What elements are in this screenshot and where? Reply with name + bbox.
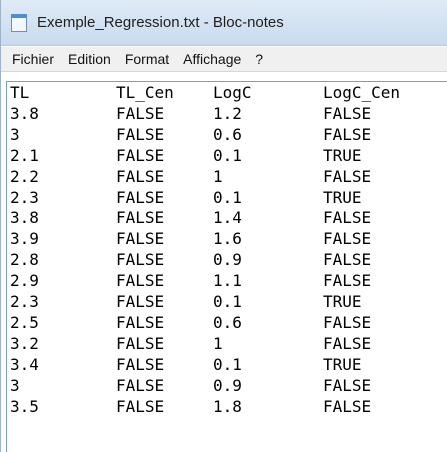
text-cell: FALSE	[116, 312, 165, 332]
menu-affichage[interactable]: Affichage	[176, 49, 248, 69]
text-line: 3 FALSE 0.9 FALSE	[10, 376, 433, 397]
text-cell: 0.6	[213, 312, 242, 332]
text-cell: TRUE	[323, 145, 362, 165]
text-cell: FALSE	[323, 271, 372, 291]
text-cell: 0.9	[213, 250, 242, 270]
text-cell: FALSE	[323, 250, 372, 270]
menu-fichier[interactable]: Fichier	[5, 49, 61, 69]
notepad-window: Exemple_Regression.txt - Bloc-notes Fich…	[0, 0, 447, 452]
document-text: TL TL_Cen LogC LogC_Cen 3.8 FALSE 1.2 FALSE…	[10, 83, 433, 418]
text-cell: FALSE	[116, 375, 165, 395]
text-line: 2.8 FALSE 0.9 FALSE	[10, 250, 433, 271]
text-line: 2.2 FALSE 1 FALSE	[10, 167, 433, 188]
text-cell: FALSE	[323, 166, 372, 186]
text-cell: FALSE	[323, 124, 372, 144]
text-cell: FALSE	[323, 396, 372, 416]
text-cell: FALSE	[116, 396, 165, 416]
text-line: 2.1 FALSE 0.1 TRUE	[10, 146, 433, 167]
header-cell: TL_Cen	[116, 83, 174, 102]
text-cell: 2.8	[10, 250, 39, 270]
text-line: 3.5 FALSE 1.8 FALSE	[10, 397, 433, 418]
text-cell: FALSE	[116, 124, 165, 144]
text-cell: FALSE	[116, 145, 165, 165]
text-cell: TRUE	[323, 354, 362, 374]
text-editor[interactable]: TL TL_Cen LogC LogC_Cen 3.8 FALSE 1.2 FALSE…	[6, 81, 447, 452]
text-line: 3.4 FALSE 0.1 TRUE	[10, 355, 433, 376]
text-cell: 0.1	[213, 292, 242, 312]
text-line: 2.9 FALSE 1.1 FALSE	[10, 271, 433, 292]
text-cell: TRUE	[323, 187, 362, 207]
text-cell: 3	[10, 124, 20, 144]
text-line: 3.8 FALSE 1.2 FALSE	[10, 104, 433, 125]
text-cell: 0.1	[213, 187, 242, 207]
text-cell: 3.2	[10, 333, 39, 353]
text-cell: 0.6	[213, 124, 242, 144]
text-cell: 3.8	[10, 103, 39, 123]
text-cell: FALSE	[116, 292, 165, 312]
text-cell: 3.4	[10, 354, 39, 374]
text-cell: TRUE	[323, 292, 362, 312]
text-cell: 1	[213, 333, 223, 353]
text-line: 3.2 FALSE 1 FALSE	[10, 334, 433, 355]
header-cell: LogC	[213, 83, 252, 102]
header-cell: LogC_Cen	[323, 83, 401, 102]
header-cell: TL	[10, 83, 30, 102]
text-cell: FALSE	[116, 166, 165, 186]
text-cell: 0.1	[213, 145, 242, 165]
text-line: 3.8 FALSE 1.4 FALSE	[10, 208, 433, 229]
text-line: 2.3 FALSE 0.1 TRUE	[10, 188, 433, 209]
text-cell: FALSE	[323, 333, 372, 353]
text-cell: FALSE	[323, 229, 372, 249]
text-cell: FALSE	[116, 250, 165, 270]
text-cell: 3.9	[10, 229, 39, 249]
text-cell: FALSE	[323, 208, 372, 228]
text-cell: 2.9	[10, 271, 39, 291]
text-cell: 2.1	[10, 145, 39, 165]
text-cell: 0.1	[213, 354, 242, 374]
notepad-icon	[11, 13, 27, 32]
text-cell: FALSE	[323, 375, 372, 395]
text-cell: 1.4	[213, 208, 242, 228]
text-cell: FALSE	[323, 312, 372, 332]
menu-edition[interactable]: Edition	[61, 49, 118, 69]
menu-help[interactable]: ?	[248, 49, 270, 69]
text-cell: FALSE	[116, 333, 165, 353]
text-cell: 1.2	[213, 103, 242, 123]
text-line: 2.3 FALSE 0.1 TRUE	[10, 292, 433, 313]
text-cell: 2.2	[10, 166, 39, 186]
text-cell: 2.3	[10, 187, 39, 207]
text-cell: FALSE	[116, 103, 165, 123]
menu-format[interactable]: Format	[118, 49, 176, 69]
header-line: TL TL_Cen LogC LogC_Cen	[10, 83, 433, 104]
text-cell: 1.6	[213, 229, 242, 249]
text-cell: 1.8	[213, 396, 242, 416]
text-cell: 1.1	[213, 271, 242, 291]
text-cell: 3.8	[10, 208, 39, 228]
text-cell: 2.5	[10, 312, 39, 332]
text-line: 3.9 FALSE 1.6 FALSE	[10, 229, 433, 250]
text-cell: FALSE	[116, 271, 165, 291]
menu-bar: Fichier Edition Format Affichage ?	[1, 47, 447, 72]
text-cell: FALSE	[323, 103, 372, 123]
text-cell: FALSE	[116, 187, 165, 207]
title-bar[interactable]: Exemple_Regression.txt - Bloc-notes	[1, 0, 447, 46]
text-cell: 3.5	[10, 396, 39, 416]
text-cell: FALSE	[116, 208, 165, 228]
text-cell: FALSE	[116, 354, 165, 374]
text-line: 2.5 FALSE 0.6 FALSE	[10, 313, 433, 334]
text-cell: FALSE	[116, 229, 165, 249]
text-cell: 2.3	[10, 292, 39, 312]
text-cell: 0.9	[213, 375, 242, 395]
text-line: 3 FALSE 0.6 FALSE	[10, 125, 433, 146]
window-title: Exemple_Regression.txt - Bloc-notes	[37, 14, 284, 31]
text-cell: 3	[10, 375, 20, 395]
text-cell: 1	[213, 166, 223, 186]
